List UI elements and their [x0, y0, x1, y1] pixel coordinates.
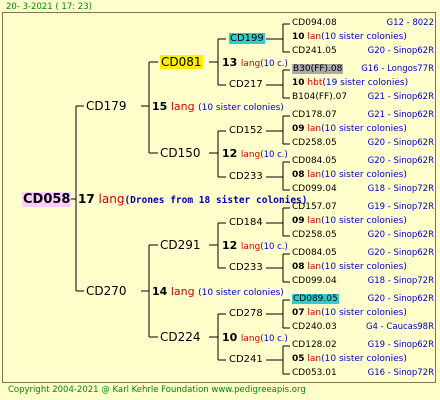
queen-node-gen3[interactable]: CD241 [229, 355, 263, 365]
queen-node-gen3[interactable]: CD199 [229, 33, 265, 44]
queen-node-gen4[interactable]: CD094.08 [292, 19, 337, 28]
region-label: G21 - Sinop62R [367, 92, 434, 102]
queen-node-gen4[interactable]: CD258.05 [292, 139, 337, 148]
region-label: G16 - Longos77R [361, 64, 434, 74]
queen-node-gen2[interactable]: CD150 [160, 147, 201, 159]
drone-info-gen4: 09 lan(10 sister colonies) [292, 216, 407, 226]
queen-node-gen3[interactable]: CD278 [229, 309, 263, 319]
drone-info-gen1: 15 lang (10 sister colonies) [152, 100, 284, 113]
queen-node-gen2[interactable]: CD224 [160, 331, 201, 343]
queen-node-gen3[interactable]: CD152 [229, 126, 263, 136]
region-label: G20 - Sinop62R [367, 138, 434, 148]
queen-node-gen3[interactable]: CD184 [229, 218, 263, 228]
region-label: G4 - Caucas98R [365, 322, 434, 332]
queen-node-gen4[interactable]: CD099.04 [292, 185, 337, 194]
queen-node-gen1[interactable]: CD270 [86, 285, 127, 297]
queen-node-gen4[interactable]: B104(FF).07 [292, 93, 347, 102]
drone-info-gen4: 10 hbt(19 sister colonies) [292, 78, 409, 88]
generated-date: 20- 3-2021 ( 17: 23) [6, 2, 92, 12]
queen-id: CD058 [22, 192, 72, 207]
copyright-footer: Copyright 2004-2021 @ Karl Kehrle Founda… [8, 385, 306, 395]
queen-node-gen3[interactable]: CD217 [229, 80, 263, 90]
queen-node-gen2[interactable]: CD081 [160, 55, 203, 69]
lang-label: lang [98, 192, 125, 206]
queen-node-gen4[interactable]: CD084.05 [292, 157, 337, 166]
queen-node-gen4[interactable]: CD178.07 [292, 111, 337, 120]
drone-note: (Drones from 18 sister colonies) [124, 195, 308, 206]
drone-info-gen4: 10 lan(10 sister colonies) [292, 32, 407, 42]
queen-node-gen4[interactable]: CD240.03 [292, 323, 337, 332]
drone-info-gen2: 13 lang(10 c.) [222, 56, 288, 69]
region-label: G20 - Sinop62R [367, 294, 434, 304]
region-label: G21 - Sinop62R [367, 110, 434, 120]
queen-node-gen4[interactable]: CD258.05 [292, 231, 337, 240]
region-label: G20 - Sinop62R [367, 156, 434, 166]
queen-node-gen1[interactable]: CD179 [86, 100, 127, 112]
drone-info-gen4: 07 lan(10 sister colonies) [292, 308, 407, 318]
queen-node-gen4[interactable]: CD099.04 [292, 277, 337, 286]
region-label: G20 - Sinop62R [367, 248, 434, 258]
queen-node-gen3[interactable]: CD233 [229, 172, 263, 182]
drone-info-gen4: 08 lan(10 sister colonies) [292, 262, 407, 272]
queen-node-root[interactable]: CD058 [22, 192, 72, 207]
queen-node-gen4[interactable]: CD241.05 [292, 47, 337, 56]
root-drone-info: 17 lang(Drones from 18 sister colonies) [78, 193, 307, 206]
queen-node-gen4[interactable]: CD053.01 [292, 369, 337, 378]
region-label: G19 - Sinop62R [367, 340, 434, 350]
drone-info-gen2: 12 lang(10 c.) [222, 239, 288, 252]
region-label: G20 - Sinop62R [367, 46, 434, 56]
region-label: G20 - Sinop62R [367, 230, 434, 240]
queen-node-gen4[interactable]: B30(FF).08 [292, 64, 344, 74]
drone-info-gen2: 10 lang(10 c.) [222, 331, 288, 344]
drone-info-gen4: 08 lan(10 sister colonies) [292, 170, 407, 180]
region-label: G12 - 8022 [386, 18, 434, 28]
region-label: G18 - Sinop72R [367, 276, 434, 286]
queen-node-gen4[interactable]: CD084.05 [292, 249, 337, 258]
queen-node-gen4[interactable]: CD089.05 [292, 294, 339, 304]
queen-node-gen3[interactable]: CD233 [229, 263, 263, 273]
region-label: G16 - Sinop72R [367, 368, 434, 378]
drone-info-gen4: 09 lan(10 sister colonies) [292, 124, 407, 134]
drone-info-gen1: 14 lang (10 sister colonies) [152, 285, 284, 298]
queen-node-gen2[interactable]: CD291 [160, 239, 201, 251]
sister-count: 17 [78, 192, 95, 206]
drone-info-gen2: 12 lang(10 c.) [222, 147, 288, 160]
queen-node-gen4[interactable]: CD157.07 [292, 203, 337, 212]
region-label: G19 - Sinop72R [367, 202, 434, 212]
drone-info-gen4: 05 lan(10 sister colonies) [292, 354, 407, 364]
region-label: G18 - Sinop72R [367, 184, 434, 194]
queen-node-gen4[interactable]: CD128.02 [292, 341, 337, 350]
